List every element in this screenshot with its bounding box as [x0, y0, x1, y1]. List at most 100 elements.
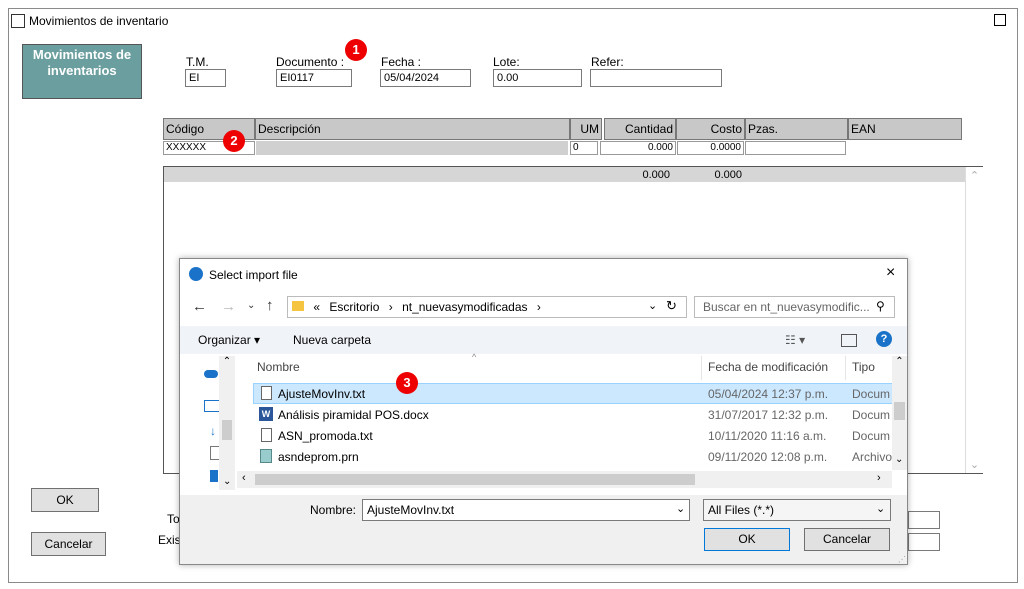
address-bar[interactable]: « Escritorio › nt_nuevasymodificadas › [287, 296, 687, 318]
nav-scroll-up-icon[interactable]: ⌃ [219, 356, 235, 367]
file-type-dropdown-icon[interactable]: ⌄ [876, 502, 885, 515]
recent-chevron-icon[interactable]: ⌄ [247, 300, 255, 311]
files-vscroll[interactable]: ⌃ ⌄ [892, 356, 907, 470]
downloads-icon[interactable]: ↓ [210, 424, 216, 438]
refresh-icon[interactable]: ↻ [666, 298, 677, 314]
col-header-date[interactable]: Fecha de modificación [708, 360, 828, 374]
module-badge: Movimientos de inventarios [22, 44, 142, 99]
forward-icon[interactable]: → [221, 298, 236, 315]
refer-input[interactable] [590, 69, 722, 87]
file-type: Docum [852, 408, 891, 422]
entry-um[interactable]: 0 [570, 141, 598, 155]
fecha-input[interactable]: 05/04/2024 [380, 69, 471, 87]
col-descripcion: Descripción [255, 118, 570, 140]
filename-label: Nombre: [310, 503, 357, 517]
file-name[interactable]: asndeprom.prn [278, 450, 359, 464]
file-date: 09/11/2020 12:08 p.m. [708, 450, 828, 464]
dialog-cancel-button[interactable]: Cancelar [804, 528, 890, 551]
path-overflow[interactable]: « [313, 300, 320, 314]
col-divider [701, 356, 702, 380]
marker-1: 1 [345, 39, 367, 61]
word-file-icon: W [259, 407, 273, 421]
files-vscroll-thumb[interactable] [894, 402, 905, 420]
search-input[interactable]: Buscar en nt_nuevasymodific... [694, 296, 895, 318]
lote-input[interactable]: 0.00 [493, 69, 582, 87]
file-name[interactable]: ASN_promoda.txt [278, 429, 373, 443]
path-sep-2: › [536, 300, 541, 314]
col-cantidad: Cantidad [604, 118, 676, 140]
entry-costo[interactable]: 0.0000 [677, 141, 744, 155]
computer-icon[interactable] [204, 400, 220, 412]
path-sep-1: › [388, 300, 393, 314]
cancel-button[interactable]: Cancelar [31, 532, 106, 556]
fecha-label: Fecha : [381, 55, 422, 69]
close-icon[interactable]: × [886, 264, 895, 282]
ok-button[interactable]: OK [31, 488, 99, 512]
path-escritorio[interactable]: Escritorio [329, 300, 379, 314]
refer-label: Refer: [591, 55, 624, 69]
folder-icon [292, 301, 304, 311]
marker-3: 3 [396, 372, 418, 394]
file-name[interactable]: Análisis piramidal POS.docx [278, 408, 429, 422]
col-um: UM [570, 118, 602, 140]
entry-descripcion[interactable] [256, 141, 568, 155]
documento-input[interactable]: EI0117 [276, 69, 352, 87]
dialog-title: Select import file [209, 268, 298, 282]
back-icon[interactable]: ← [192, 298, 207, 315]
search-icon: ⚲ [876, 299, 885, 313]
col-pzas: Pzas. [745, 118, 848, 140]
scroll-down-icon[interactable]: ⌄ [966, 458, 983, 471]
files-hscroll-thumb[interactable] [255, 474, 695, 485]
total-cantidad: 0.000 [642, 169, 670, 181]
sort-indicator-icon: ^ [472, 352, 477, 362]
col-header-name[interactable]: Nombre [257, 360, 300, 374]
existencia-field [908, 533, 940, 551]
nav-scrollbar[interactable]: ⌃ ⌄ [219, 356, 235, 490]
total-field [908, 511, 940, 529]
total-costo: 0.000 [714, 169, 742, 181]
marker-2: 2 [223, 130, 245, 152]
file-type: Archivo [852, 450, 893, 464]
new-folder-button[interactable]: Nueva carpeta [293, 333, 371, 347]
nav-scroll-down-icon[interactable]: ⌄ [223, 476, 231, 487]
preview-pane-icon[interactable] [841, 334, 857, 347]
scroll-up-icon[interactable]: ⌃ [966, 169, 983, 182]
maximize-button[interactable] [994, 14, 1006, 26]
filename-input[interactable]: AjusteMovInv.txt [362, 499, 690, 521]
files-scroll-right-icon[interactable]: › [877, 472, 881, 484]
file-type-select[interactable]: All Files (*.*) [703, 499, 891, 521]
col-ean: EAN [848, 118, 962, 140]
file-name[interactable]: AjusteMovInv.txt [278, 387, 365, 401]
text-file-icon [261, 428, 272, 442]
lote-label: Lote: [493, 55, 520, 69]
documento-label: Documento : [276, 55, 345, 69]
grid-scrollbar[interactable]: ⌃ ⌄ [965, 167, 983, 473]
col-header-type[interactable]: Tipo [852, 360, 875, 374]
tm-input[interactable]: EI [185, 69, 226, 87]
file-date: 31/07/2017 12:32 p.m. [708, 408, 829, 422]
dialog-ok-button[interactable]: OK [704, 528, 790, 551]
files-hscroll[interactable]: ‹ › [237, 471, 892, 488]
entry-cantidad[interactable]: 0.000 [600, 141, 676, 155]
organize-button[interactable]: Organizar ▾ [198, 333, 260, 347]
text-file-icon [261, 386, 272, 400]
help-icon[interactable]: ? [876, 331, 892, 347]
desktop-icon[interactable] [210, 470, 218, 482]
files-scroll-down-icon[interactable]: ⌄ [895, 454, 903, 465]
entry-pzas[interactable] [745, 141, 846, 155]
onedrive-icon[interactable] [204, 370, 218, 378]
file-date: 10/11/2020 11:16 a.m. [708, 429, 827, 443]
window-title: Movimientos de inventario [29, 14, 169, 28]
address-dropdown-icon[interactable]: ⌄ [648, 299, 657, 312]
file-date: 05/04/2024 12:37 p.m. [708, 387, 829, 401]
nav-scroll-thumb[interactable] [222, 420, 232, 440]
files-scroll-up-icon[interactable]: ⌃ [892, 356, 907, 367]
grid-totals-row [164, 167, 965, 182]
path-folder[interactable]: nt_nuevasymodificadas [402, 300, 527, 314]
total-label: To [167, 512, 180, 526]
filename-dropdown-icon[interactable]: ⌄ [676, 502, 685, 515]
files-scroll-left-icon[interactable]: ‹ [242, 472, 246, 484]
resize-grip-icon[interactable]: ⋰ [898, 555, 906, 564]
view-options-icon[interactable]: ☷ ▾ [785, 333, 805, 347]
up-icon[interactable]: ↑ [266, 297, 274, 314]
